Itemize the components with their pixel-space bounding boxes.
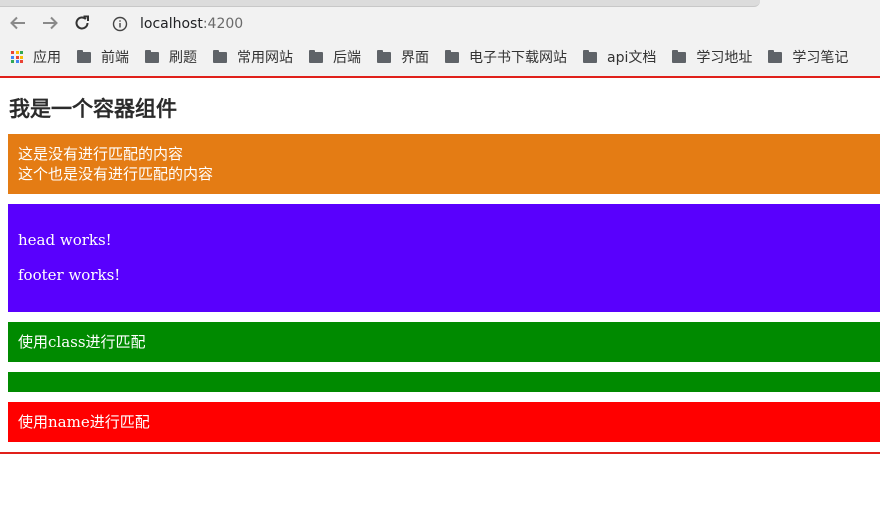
bookmark-folder-common-sites[interactable]: 常用网站 — [213, 47, 293, 67]
url-text: localhost:4200 — [140, 16, 243, 32]
folder-icon — [309, 49, 323, 63]
page-content: 我是一个容器组件 这是没有进行匹配的内容 这个也是没有进行匹配的内容 head … — [0, 76, 880, 506]
empty-green-block — [8, 372, 880, 392]
bookmark-folder-practice[interactable]: 刷题 — [145, 47, 197, 67]
arrow-right-icon — [43, 16, 58, 30]
forward-button[interactable] — [39, 12, 61, 34]
folder-icon — [768, 49, 783, 63]
url-host: localhost — [140, 16, 203, 32]
bookmark-label: 电子书下载网站 — [469, 50, 567, 66]
folder-icon — [672, 49, 687, 63]
folder-icon — [77, 49, 91, 63]
name-match-block: 使用name进行匹配 — [8, 402, 880, 442]
bookmark-folder-notes[interactable]: 学习笔记 — [768, 47, 848, 67]
bookmark-apps[interactable]: 应用 — [11, 47, 61, 67]
bookmark-label: api文档 — [607, 50, 657, 66]
reload-button[interactable] — [71, 12, 93, 34]
unmatched-line-2: 这个也是没有进行匹配的内容 — [18, 165, 214, 183]
unmatched-content-block: 这是没有进行匹配的内容 这个也是没有进行匹配的内容 — [8, 134, 880, 194]
folder-icon — [213, 49, 227, 63]
class-match-block: 使用class进行匹配 — [8, 322, 880, 362]
page-title: 我是一个容器组件 — [9, 97, 177, 121]
info-icon — [112, 16, 128, 32]
bookmark-label: 前端 — [101, 50, 129, 66]
unmatched-line-1: 这是没有进行匹配的内容 — [18, 145, 184, 163]
address-bar[interactable]: localhost:4200 — [104, 8, 880, 40]
container-bottom-border — [0, 452, 880, 454]
bookmark-folder-ui[interactable]: 界面 — [377, 47, 429, 67]
apps-grid-icon — [11, 51, 23, 63]
url-port: :4200 — [202, 16, 244, 32]
arrow-left-icon — [10, 16, 25, 30]
bookmark-label: 刷题 — [169, 50, 197, 66]
browser-chrome: localhost:4200 应用 前端 刷题 常用网站 后端 界面 电子书下载… — [0, 0, 880, 77]
bookmark-folder-backend[interactable]: 后端 — [309, 47, 361, 67]
folder-icon — [445, 49, 459, 63]
back-button[interactable] — [7, 12, 29, 34]
bookmark-label: 学习地址 — [696, 50, 753, 66]
folder-icon — [145, 49, 159, 63]
tab-strip — [0, 0, 760, 7]
slot-block: head works! footer works! — [8, 204, 880, 312]
container-top-border — [0, 76, 880, 78]
bookmark-folder-api-docs[interactable]: api文档 — [583, 47, 656, 67]
bookmark-label: 界面 — [401, 50, 429, 66]
bookmark-label: 应用 — [33, 50, 61, 66]
folder-icon — [583, 49, 597, 63]
bookmark-label: 学习笔记 — [792, 50, 849, 66]
bookmark-folder-ebooks[interactable]: 电子书下载网站 — [445, 47, 567, 67]
bookmark-folder-learning-links[interactable]: 学习地址 — [672, 47, 752, 67]
bookmarks-bar: 应用 前端 刷题 常用网站 后端 界面 电子书下载网站 api文档 学习地址 学… — [0, 44, 880, 70]
head-text: head works! — [18, 231, 112, 249]
bookmark-folder-frontend[interactable]: 前端 — [77, 47, 129, 67]
reload-icon — [75, 15, 89, 30]
bookmark-label: 常用网站 — [237, 50, 293, 66]
footer-text: footer works! — [18, 266, 121, 284]
bookmark-label: 后端 — [333, 50, 361, 66]
folder-icon — [377, 49, 391, 63]
